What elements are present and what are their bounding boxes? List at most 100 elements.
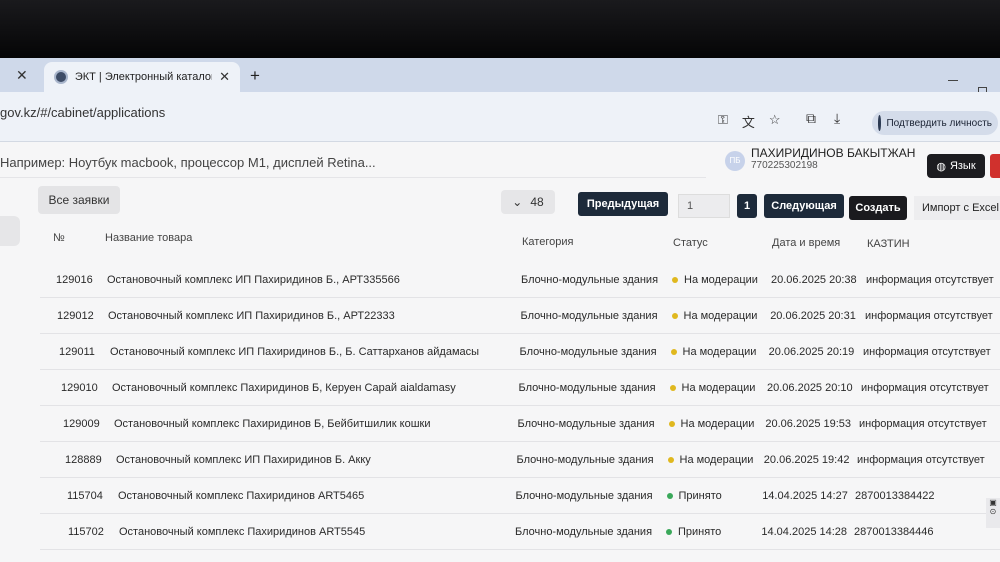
site-favicon-icon [54,70,68,84]
row-datetime: 20.06.2025 20:10 [767,382,853,394]
status-label: На модерации [683,310,758,322]
row-kaztin: информация отсутствует [865,310,993,322]
chevron-down-icon: ⌄ [512,195,523,209]
status-label: На модерации [684,274,758,286]
row-status: На модерации [672,274,758,286]
row-kaztin: информация отсутствует [863,346,991,358]
tab-close-icon[interactable]: ✕ [219,69,230,85]
minimize-icon[interactable] [948,80,958,81]
status-dot-icon [668,421,675,428]
column-category: Категория [522,236,574,248]
column-number: № [53,232,65,244]
extensions-icon[interactable]: ⧉ [806,110,816,127]
row-divider [40,405,1000,406]
status-dot-icon [671,313,678,320]
row-number: 129012 [57,310,94,322]
row-category: Блочно-модульные здания [518,382,656,394]
row-number: 115704 [67,490,103,502]
row-status: Принято [666,526,721,538]
search-input[interactable]: Например: Ноутбук macbook, процессор M1,… [0,148,706,178]
address-bar[interactable]: gov.kz/#/cabinet/applications [0,105,165,120]
browser-tab[interactable]: ЭКТ | Электронный каталог тов ✕ [44,62,240,92]
row-product-name: Остановочный комплекс ИП Пахиридинов Б.,… [108,310,395,322]
create-button[interactable]: Создать [849,196,907,220]
status-label: На модерации [680,418,755,430]
status-dot-icon [669,385,676,392]
row-status: Принято [666,490,722,502]
import-excel-button[interactable]: Импорт с Excel [914,196,1000,220]
user-profile[interactable]: ПБ ПАХИРИДИНОВ БАКЫТЖАН 77022530219​8 [725,146,915,171]
status-dot-icon [670,349,677,356]
row-product-name: Остановочный комплекс ИП Пахиридинов Б.,… [110,346,480,358]
row-datetime: 14.04.2025 14:28 [761,526,848,538]
row-status: На модерации [668,418,755,430]
verify-label: Подтвердить личность [886,117,992,129]
close-icon[interactable]: ✕ [16,67,28,84]
address-toolbar: gov.kz/#/cabinet/applications ⚿ 文 ☆ ⧉ ⤓ … [0,92,1000,142]
star-icon[interactable]: ☆ [769,112,781,131]
filter-all-applications[interactable]: Все заявки [38,186,120,214]
page-number-input[interactable]: 1 [678,194,730,218]
row-product-name: Остановочный комплекс Пахиридинов ART546… [118,490,365,502]
language-button[interactable]: ◍ Язык [927,154,985,178]
row-kaztin: информация отсутствует [859,418,987,430]
row-status: На модерации [667,454,754,466]
user-phone: 77022530219​8 [751,160,818,171]
new-tab-icon[interactable]: + [250,66,260,86]
side-widget-icon[interactable]: ▣ ⊙ [986,498,1000,528]
user-name: ПАХИРИДИНОВ БАКЫТЖАН [751,146,916,160]
per-page-select[interactable]: ⌄ 48 [501,190,555,214]
column-product-name: Название товара [105,232,193,244]
row-divider [40,441,1000,442]
column-datetime: Дата и время [772,237,841,249]
status-label: Принято [678,526,722,538]
row-number: 129011 [59,346,95,358]
current-page-button[interactable]: 1 [737,194,757,218]
row-category: Блочно-модульные здания [515,526,653,538]
avatar: ПБ [725,151,745,171]
row-datetime: 20.06.2025 20:19 [768,346,855,358]
translate-icon[interactable]: 文 [742,112,755,131]
previous-page-button[interactable]: Предыдущая [578,192,668,216]
tab-title: ЭКТ | Электронный каталог тов [74,71,213,83]
key-icon[interactable]: ⚿ [718,112,728,131]
status-dot-icon [666,493,673,500]
row-kaztin: информация отсутствует [866,274,994,286]
per-page-value: 48 [530,195,544,209]
column-status: Статус [673,237,708,249]
row-category: Блочно-модульные здания [520,310,658,322]
row-number: 129016 [56,274,93,286]
next-page-button[interactable]: Следующая [764,194,844,218]
row-product-name: Остановочный комплекс Пахиридинов Б, Бей… [114,418,431,430]
row-divider [40,477,1000,478]
row-category: Блочно-модульные здания [515,490,653,502]
row-divider [40,333,1000,334]
row-category: Блочно-модульные здания [519,346,657,358]
row-kaztin[interactable]: 2870013384422 [855,490,935,502]
globe-icon: ◍ [936,160,946,173]
row-divider [40,513,1000,514]
row-category: Блочно-модульные здания [521,274,659,286]
status-dot-icon [667,457,674,464]
status-label: На модерации [682,346,757,358]
sidebar-toggle[interactable] [0,216,20,246]
row-status: На модерации [671,310,758,322]
download-icon[interactable]: ⤓ [834,110,840,127]
row-category: Блочно-модульные здания [517,418,655,430]
row-product-name: Остановочный комплекс Пахиридинов Б, Кер… [112,382,456,394]
verify-identity-button[interactable]: Подтвердить личность [872,111,998,135]
row-kaztin[interactable]: 2870013384446 [854,526,934,538]
column-kaztin: КАЗТИН [867,238,910,250]
row-datetime: 20.06.2025 20:31 [770,310,856,322]
row-datetime: 20.06.2025 19:53 [765,418,852,430]
status-label: На модерации [681,382,756,394]
row-datetime: 20.06.2025 19:42 [763,454,850,466]
row-divider [40,549,1000,550]
logout-button[interactable] [990,154,1000,178]
status-dot-icon [672,277,678,284]
language-label: Язык [949,160,976,172]
row-product-name: Остановочный комплекс ИП Пахиридинов Б.,… [107,274,400,286]
row-number: 128889 [65,454,102,466]
status-dot-icon [666,529,672,536]
status-label: На модерации [679,454,754,466]
